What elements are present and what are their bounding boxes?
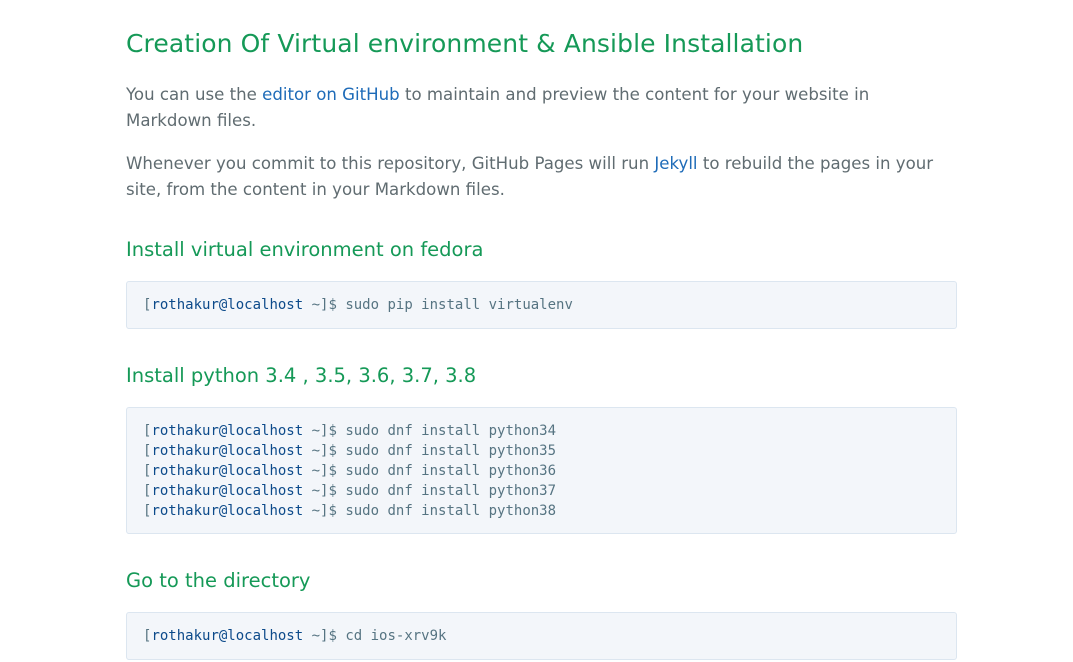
code-prompt-user: rothakur@localhost bbox=[151, 483, 304, 499]
code-prompt-path: ~ bbox=[303, 443, 321, 459]
code-command: sudo pip install virtualenv bbox=[345, 297, 573, 313]
code-line: [rothakur@localhost ~]$ sudo dnf install… bbox=[143, 481, 940, 501]
code-prompt-close: ]$ bbox=[320, 297, 346, 313]
code-command: sudo dnf install python35 bbox=[345, 443, 557, 459]
code-prompt-path: ~ bbox=[303, 463, 321, 479]
editor-on-github-link[interactable]: editor on GitHub bbox=[262, 85, 400, 104]
code-prompt-path: ~ bbox=[303, 483, 321, 499]
code-prompt-path: ~ bbox=[303, 423, 321, 439]
code-prompt-user: rothakur@localhost bbox=[151, 423, 304, 439]
code-prompt-close: ]$ bbox=[320, 503, 346, 519]
code-command: sudo dnf install python34 bbox=[345, 423, 557, 439]
code-command: sudo dnf install python36 bbox=[345, 463, 557, 479]
intro-paragraph-1: You can use the editor on GitHub to main… bbox=[126, 82, 959, 134]
code-prompt-path: ~ bbox=[303, 503, 321, 519]
code-command: sudo dnf install python37 bbox=[345, 483, 557, 499]
code-line: [rothakur@localhost ~]$ cd ios-xrv9k bbox=[143, 626, 940, 646]
code-line: [rothakur@localhost ~]$ sudo dnf install… bbox=[143, 441, 940, 461]
code-line: [rothakur@localhost ~]$ sudo dnf install… bbox=[143, 461, 940, 481]
page-title: Creation Of Virtual environment & Ansibl… bbox=[126, 29, 804, 58]
code-block-python: [rothakur@localhost ~]$ sudo dnf install… bbox=[126, 407, 957, 534]
code-block-directory: [rothakur@localhost ~]$ cd ios-xrv9k bbox=[126, 612, 957, 660]
section-heading-virtualenv: Install virtual environment on fedora bbox=[126, 238, 484, 261]
code-prompt-close: ]$ bbox=[320, 443, 346, 459]
code-prompt-close: ]$ bbox=[320, 483, 346, 499]
code-line: [rothakur@localhost ~]$ sudo dnf install… bbox=[143, 501, 940, 521]
code-prompt-close: ]$ bbox=[320, 423, 346, 439]
intro-text: You can use the bbox=[126, 85, 263, 104]
code-prompt-user: rothakur@localhost bbox=[151, 297, 304, 313]
code-prompt-path: ~ bbox=[303, 297, 321, 313]
code-command: cd ios-xrv9k bbox=[345, 628, 447, 644]
code-line: [rothakur@localhost ~]$ sudo pip install… bbox=[143, 295, 940, 315]
code-prompt-close: ]$ bbox=[320, 463, 346, 479]
code-prompt-user: rothakur@localhost bbox=[151, 463, 304, 479]
code-line: [rothakur@localhost ~]$ sudo dnf install… bbox=[143, 421, 940, 441]
section-heading-python: Install python 3.4 , 3.5, 3.6, 3.7, 3.8 bbox=[126, 364, 477, 387]
section-heading-directory: Go to the directory bbox=[126, 569, 311, 592]
code-command: sudo dnf install python38 bbox=[345, 503, 557, 519]
code-prompt-close: ]$ bbox=[320, 628, 346, 644]
code-prompt-user: rothakur@localhost bbox=[151, 628, 304, 644]
intro-text: Whenever you commit to this repository, … bbox=[126, 154, 655, 173]
code-block-virtualenv: [rothakur@localhost ~]$ sudo pip install… bbox=[126, 281, 957, 329]
code-prompt-user: rothakur@localhost bbox=[151, 443, 304, 459]
jekyll-link[interactable]: Jekyll bbox=[654, 154, 697, 173]
intro-paragraph-2: Whenever you commit to this repository, … bbox=[126, 151, 959, 203]
code-prompt-user: rothakur@localhost bbox=[151, 503, 304, 519]
code-prompt-path: ~ bbox=[303, 628, 321, 644]
